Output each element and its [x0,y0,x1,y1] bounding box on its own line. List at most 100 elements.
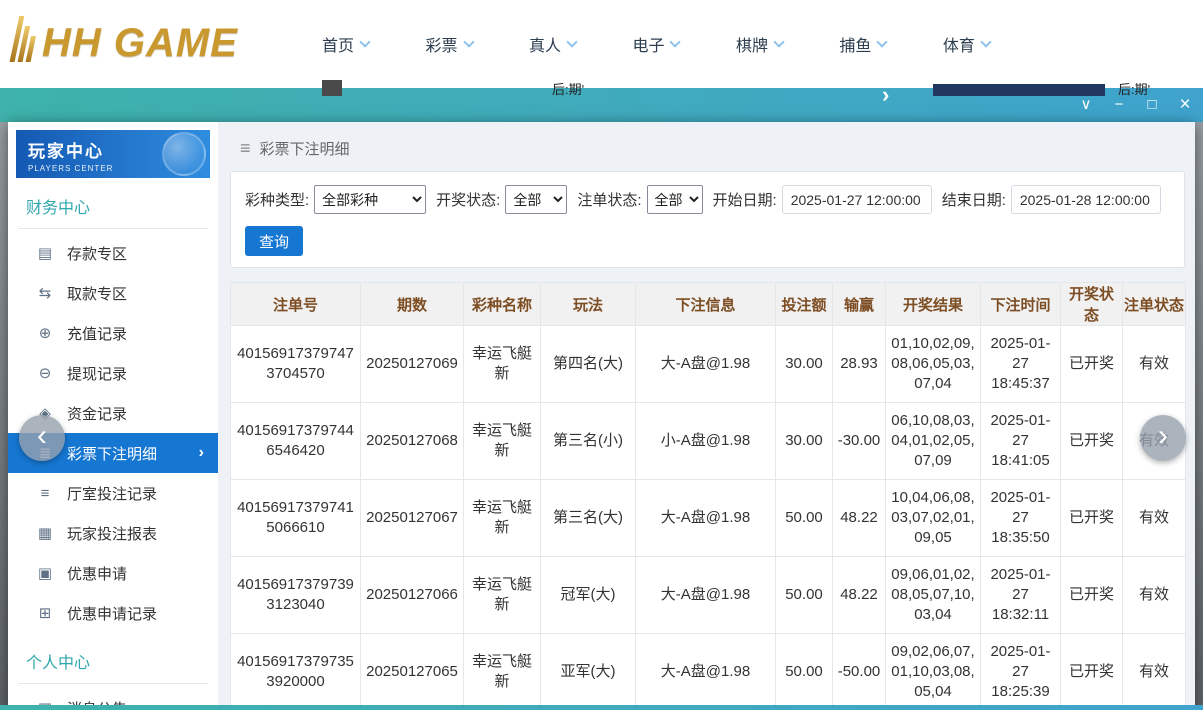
nav-item-live[interactable]: 真人 [529,32,576,56]
cell-play-type: 第三名(大) [541,480,636,557]
cell-lottery-name: 幸运飞艇新 [464,634,541,710]
cell-order-status: 有效 [1123,634,1186,710]
cell-draw-status: 已开奖 [1061,403,1123,480]
cell-win-loss: -30.00 [833,403,886,480]
nav-label: 电子 [632,32,664,56]
carousel-right-arrow[interactable]: › [1140,415,1186,461]
sidebar-item-deposit-zone[interactable]: ▤ 存款专区 [8,233,218,273]
nav-item-sports[interactable]: 体育 [943,32,990,56]
nav-label: 彩票 [425,32,457,56]
hamburger-menu-icon[interactable]: ≡ [240,138,251,159]
col-header-bet-info: 下注信息 [636,283,776,326]
nav-item-chess[interactable]: 棋牌 [736,32,783,56]
search-button[interactable]: 查询 [245,226,303,256]
cell-draw-result: 10,04,06,08,03,07,02,01,09,05 [886,480,981,557]
sidebar-item-promo-application[interactable]: ▣ 优惠申请 [8,553,218,593]
sidebar-item-withdrawal-records[interactable]: ⊖ 提现记录 [8,353,218,393]
cell-play-type: 第四名(大) [541,326,636,403]
cell-bet-info: 大-A盘@1.98 [636,480,776,557]
col-header-order-number: 注单号 [231,283,361,326]
lottery-type-label: 彩种类型: [245,189,309,210]
cell-bet-amount: 30.00 [776,326,833,403]
table-header-row: 注单号 期数 彩种名称 玩法 下注信息 投注额 输赢 开奖结果 下注时间 开奖状… [231,283,1186,326]
promo-application-icon: ▣ [36,564,54,582]
cell-draw-result: 09,02,06,07,01,10,03,08,05,04 [886,634,981,710]
chevron-down-icon [359,36,370,47]
cell-issue: 20250127066 [361,557,464,634]
cell-order-number: 401569173797353920000 [231,634,361,710]
table-row: 401569173797473704570 20250127069 幸运飞艇新 … [231,326,1186,403]
nav-item-lottery[interactable]: 彩票 [425,32,472,56]
cell-bet-amount: 30.00 [776,403,833,480]
chevron-down-icon [980,36,991,47]
col-header-lottery-name: 彩种名称 [464,283,541,326]
sidebar-item-label: 提现记录 [67,363,127,384]
col-header-draw-result: 开奖结果 [886,283,981,326]
cell-win-loss: -50.00 [833,634,886,710]
lottery-type-select[interactable]: 全部彩种 [314,185,426,214]
section-personal-center: 个人中心 [18,643,208,684]
recharge-record-icon: ⊕ [36,324,54,342]
cell-issue: 20250127065 [361,634,464,710]
close-window-icon[interactable]: × [1177,97,1193,113]
player-center-window: 玩家中心 PLAYERS CENTER 财务中心 ▤ 存款专区 ⇆ 取款专区 ⊕… [8,122,1195,710]
background-carousel-arrow-icon: › [882,82,889,108]
draw-status-select[interactable]: 全部 [505,185,567,214]
cell-lottery-name: 幸运飞艇新 [464,480,541,557]
sidebar-item-label: 优惠申请 [67,563,127,584]
nav-label: 棋牌 [736,32,768,56]
cell-issue: 20250127069 [361,326,464,403]
start-date-label: 开始日期: [713,189,777,210]
bet-details-table: 注单号 期数 彩种名称 玩法 下注信息 投注额 输赢 开奖结果 下注时间 开奖状… [230,282,1186,710]
cell-draw-result: 09,06,01,02,08,05,07,10,03,04 [886,557,981,634]
bottom-teal-strip [0,705,1203,710]
cell-lottery-name: 幸运飞艇新 [464,326,541,403]
nav-item-home[interactable]: 首页 [322,32,369,56]
cell-bet-amount: 50.00 [776,557,833,634]
start-date-input[interactable] [782,185,932,214]
window-controls: ∨ − □ × [1078,97,1193,113]
cell-draw-result: 06,10,08,03,04,01,02,05,07,09 [886,403,981,480]
col-header-win-loss: 输赢 [833,283,886,326]
cell-issue: 20250127068 [361,403,464,480]
main-nav: 首页 彩票 真人 电子 棋牌 捕鱼 体育 [322,0,990,88]
collapse-window-icon[interactable]: ∨ [1078,97,1094,113]
cell-play-type: 亚军(大) [541,634,636,710]
sidebar-item-label: 优惠申请记录 [67,603,157,624]
sidebar-item-withdraw-zone[interactable]: ⇆ 取款专区 [8,273,218,313]
sidebar-item-label: 玩家投注报表 [67,523,157,544]
promo-record-icon: ⊞ [36,604,54,622]
chevron-down-icon [566,36,577,47]
sidebar-item-label: 彩票下注明细 [67,443,157,464]
nav-item-fishing[interactable]: 捕鱼 [839,32,886,56]
sidebar-item-recharge-records[interactable]: ⊕ 充值记录 [8,313,218,353]
cell-bet-info: 大-A盘@1.98 [636,634,776,710]
withdrawal-record-icon: ⊖ [36,364,54,382]
room-bet-record-icon: ≡ [36,485,54,502]
cell-draw-status: 已开奖 [1061,634,1123,710]
cell-bet-time: 2025-01-27 18:41:05 [981,403,1061,480]
logo-text: HH GAME [42,21,238,66]
sidebar-item-player-bet-report[interactable]: ▦ 玩家投注报表 [8,513,218,553]
sphere-decoration-icon [162,132,206,176]
cell-order-number: 401569173797415066610 [231,480,361,557]
sidebar-item-promo-application-records[interactable]: ⊞ 优惠申请记录 [8,593,218,633]
bet-report-icon: ▦ [36,524,54,542]
nav-label: 体育 [943,32,975,56]
sidebar-item-label: 资金记录 [67,403,127,424]
col-header-draw-status: 开奖状态 [1061,283,1123,326]
cell-bet-amount: 50.00 [776,634,833,710]
breadcrumb: ≡ 彩票下注明细 [218,122,1195,159]
sidebar-item-room-bet-records[interactable]: ≡ 厅室投注记录 [8,473,218,513]
draw-status-label: 开奖状态: [436,189,500,210]
minimize-window-icon[interactable]: − [1111,97,1127,113]
end-date-input[interactable] [1011,185,1161,214]
maximize-window-icon[interactable]: □ [1144,97,1160,113]
cell-order-status: 有效 [1123,557,1186,634]
order-status-select[interactable]: 全部 [647,185,703,214]
cell-bet-info: 小-A盘@1.98 [636,403,776,480]
carousel-left-arrow[interactable]: ‹ [19,415,65,461]
cell-order-status: 有效 [1123,480,1186,557]
nav-item-electronic[interactable]: 电子 [632,32,679,56]
main-content: ≡ 彩票下注明细 彩种类型: 全部彩种 开奖状态: 全部 注单状态: 全部 开始… [218,122,1195,710]
